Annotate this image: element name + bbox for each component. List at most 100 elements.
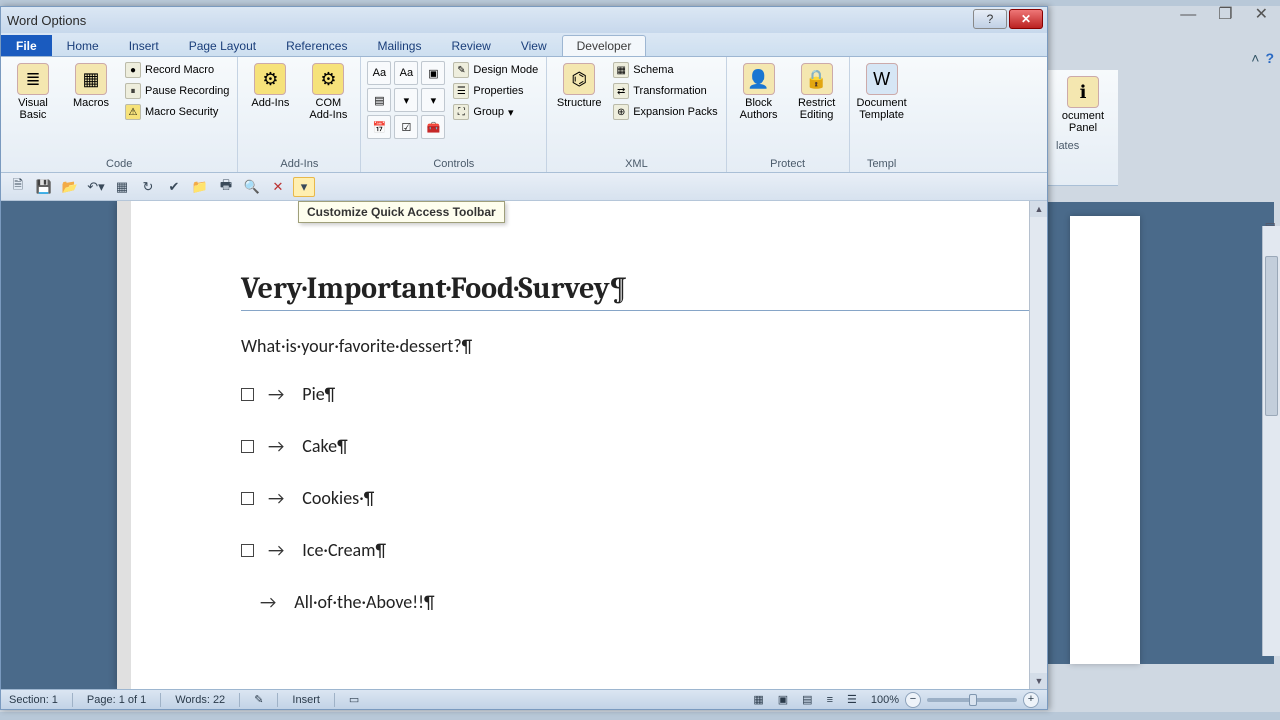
group-templates-label: Templ xyxy=(856,156,908,170)
structure-button[interactable]: ⌬ Structure xyxy=(553,61,605,111)
addins-button[interactable]: ⚙ Add-Ins xyxy=(244,61,296,111)
redo-icon[interactable]: ↻ xyxy=(137,177,159,197)
save-icon[interactable]: 💾 xyxy=(33,177,55,197)
view-draft-icon[interactable]: ☰ xyxy=(847,693,857,706)
transformation-button[interactable]: ⇄Transformation xyxy=(611,82,719,100)
design-mode-button[interactable]: ✎Design Mode xyxy=(451,61,540,79)
close-icon[interactable]: ✕ xyxy=(1255,6,1268,24)
survey-option: →Ice·Cream¶ xyxy=(241,539,1031,561)
legacy-tools-icon[interactable]: 🧰 xyxy=(421,115,445,139)
record-macro-button[interactable]: ●Record Macro xyxy=(123,61,231,79)
vertical-scrollbar[interactable]: ▲ ▼ xyxy=(1029,201,1047,689)
expansion-packs-button[interactable]: ⊕Expansion Packs xyxy=(611,103,719,121)
tab-file[interactable]: File xyxy=(1,35,52,56)
schema-button[interactable]: ▦Schema xyxy=(611,61,719,79)
view-print-layout-icon[interactable]: ▦ xyxy=(753,693,763,706)
close-button[interactable] xyxy=(1009,9,1043,29)
visual-basic-icon: ≣ xyxy=(17,63,49,95)
open-icon[interactable]: 📂 xyxy=(59,177,81,197)
checkbox-icon[interactable] xyxy=(241,544,254,557)
tab-developer[interactable]: Developer xyxy=(562,35,647,56)
tab-references[interactable]: References xyxy=(271,35,362,56)
rich-text-control-icon[interactable]: Aa xyxy=(367,61,391,85)
restrict-editing-button[interactable]: 🔒 Restrict Editing xyxy=(791,61,843,123)
minimize-icon[interactable]: — xyxy=(1180,6,1196,24)
survey-option: →Cookies·¶ xyxy=(241,487,1031,509)
dropdown-control-icon[interactable]: ▾ xyxy=(421,88,445,112)
customize-qat-button[interactable]: ▾ Customize Quick Access Toolbar xyxy=(293,177,315,197)
checkbox-icon[interactable] xyxy=(241,440,254,453)
checkbox-icon[interactable] xyxy=(241,388,254,401)
page-margin xyxy=(117,201,131,689)
tab-insert[interactable]: Insert xyxy=(114,35,174,56)
pause-icon: ⏸ xyxy=(125,83,141,99)
view-full-screen-icon[interactable]: ▣ xyxy=(778,693,788,706)
properties-button[interactable]: ☰Properties xyxy=(451,82,540,100)
document-area[interactable]: Very·Important·Food·Survey¶ What·is·your… xyxy=(1,201,1047,689)
host-window-controls: — ❐ ✕ xyxy=(1148,6,1274,24)
ribbon-tabs: File Home Insert Page Layout References … xyxy=(1,33,1047,57)
visual-basic-button[interactable]: ≣ Visual Basic xyxy=(7,61,59,123)
group-protect: 👤 Block Authors 🔒 Restrict Editing Prote… xyxy=(727,57,850,172)
group-button[interactable]: ⛶Group ▾ xyxy=(451,103,540,121)
shield-icon: ⚠ xyxy=(125,104,141,120)
zoom-icon[interactable]: 🔍 xyxy=(241,177,263,197)
group-controls: Aa Aa ▣ ▤ ▾ ▾ 📅 ☑ 🧰 ✎Design Mode ☰Proper… xyxy=(361,57,547,172)
tab-review[interactable]: Review xyxy=(436,35,505,56)
design-mode-icon: ✎ xyxy=(453,62,469,78)
view-web-layout-icon[interactable]: ▤ xyxy=(802,693,812,706)
zoom-out-button[interactable]: − xyxy=(905,692,921,708)
zoom-slider-thumb[interactable] xyxy=(969,694,977,706)
picture-control-icon[interactable]: ▣ xyxy=(421,61,445,85)
tab-home[interactable]: Home xyxy=(52,35,114,56)
com-addins-button[interactable]: ⚙ COM Add-Ins xyxy=(302,61,354,123)
spell-icon[interactable]: ✔ xyxy=(163,177,185,197)
zoom-value[interactable]: 100% xyxy=(871,694,899,706)
undo-icon[interactable]: ↶▾ xyxy=(85,177,107,197)
building-block-control-icon[interactable]: ▤ xyxy=(367,88,391,112)
background-ribbon-fragment: ℹ ocument Panel lates xyxy=(1048,70,1118,186)
folder-icon[interactable]: 📁 xyxy=(189,177,211,197)
scroll-up-icon[interactable]: ▲ xyxy=(1030,201,1047,217)
help-icon[interactable]: ? xyxy=(1265,50,1274,66)
track-changes-icon[interactable]: ▭ xyxy=(349,693,359,706)
pause-recording-button[interactable]: ⏸Pause Recording xyxy=(123,82,231,100)
tab-page-layout[interactable]: Page Layout xyxy=(174,35,271,56)
proofing-icon[interactable]: ✎ xyxy=(254,693,263,706)
tab-view[interactable]: View xyxy=(506,35,562,56)
title-bar: Word Options ? xyxy=(1,7,1047,33)
checkbox-icon[interactable] xyxy=(241,492,254,505)
macro-security-button[interactable]: ⚠Macro Security xyxy=(123,103,231,121)
survey-option: →Pie¶ xyxy=(241,383,1031,405)
background-scrollbar[interactable] xyxy=(1262,226,1280,656)
chevron-up-icon[interactable]: ˄ xyxy=(1251,50,1259,66)
table-icon[interactable]: ▦ xyxy=(111,177,133,197)
plain-text-control-icon[interactable]: Aa xyxy=(394,61,418,85)
transformation-icon: ⇄ xyxy=(613,83,629,99)
document-template-button[interactable]: W Document Template xyxy=(856,61,908,123)
checkbox-control-icon[interactable]: ☑ xyxy=(394,115,418,139)
scroll-down-icon[interactable]: ▼ xyxy=(1030,673,1047,689)
background-page-strip xyxy=(1070,216,1140,664)
properties-icon: ☰ xyxy=(453,83,469,99)
new-doc-icon[interactable]: 🗎 xyxy=(7,177,29,197)
zoom-in-button[interactable]: + xyxy=(1023,692,1039,708)
document-panel-button[interactable]: ℹ ocument Panel xyxy=(1052,74,1114,136)
date-picker-control-icon[interactable]: 📅 xyxy=(367,115,391,139)
schema-icon: ▦ xyxy=(613,62,629,78)
group-code: ≣ Visual Basic ▦ Macros ●Record Macro ⏸P… xyxy=(1,57,238,172)
block-authors-button[interactable]: 👤 Block Authors xyxy=(733,61,785,123)
help-button[interactable]: ? xyxy=(973,9,1007,29)
group-controls-label: Controls xyxy=(367,156,540,170)
scrollbar-thumb[interactable] xyxy=(1265,256,1278,416)
view-outline-icon[interactable]: ≡ xyxy=(827,694,833,706)
print-preview-icon[interactable]: 🖶 xyxy=(215,177,237,197)
delete-icon[interactable]: ✕ xyxy=(267,177,289,197)
macros-button[interactable]: ▦ Macros xyxy=(65,61,117,111)
zoom-slider[interactable] xyxy=(927,698,1017,702)
block-authors-icon: 👤 xyxy=(743,63,775,95)
tab-mailings[interactable]: Mailings xyxy=(362,35,436,56)
combobox-control-icon[interactable]: ▾ xyxy=(394,88,418,112)
restore-icon[interactable]: ❐ xyxy=(1218,6,1232,24)
status-insert[interactable]: Insert xyxy=(292,694,320,706)
